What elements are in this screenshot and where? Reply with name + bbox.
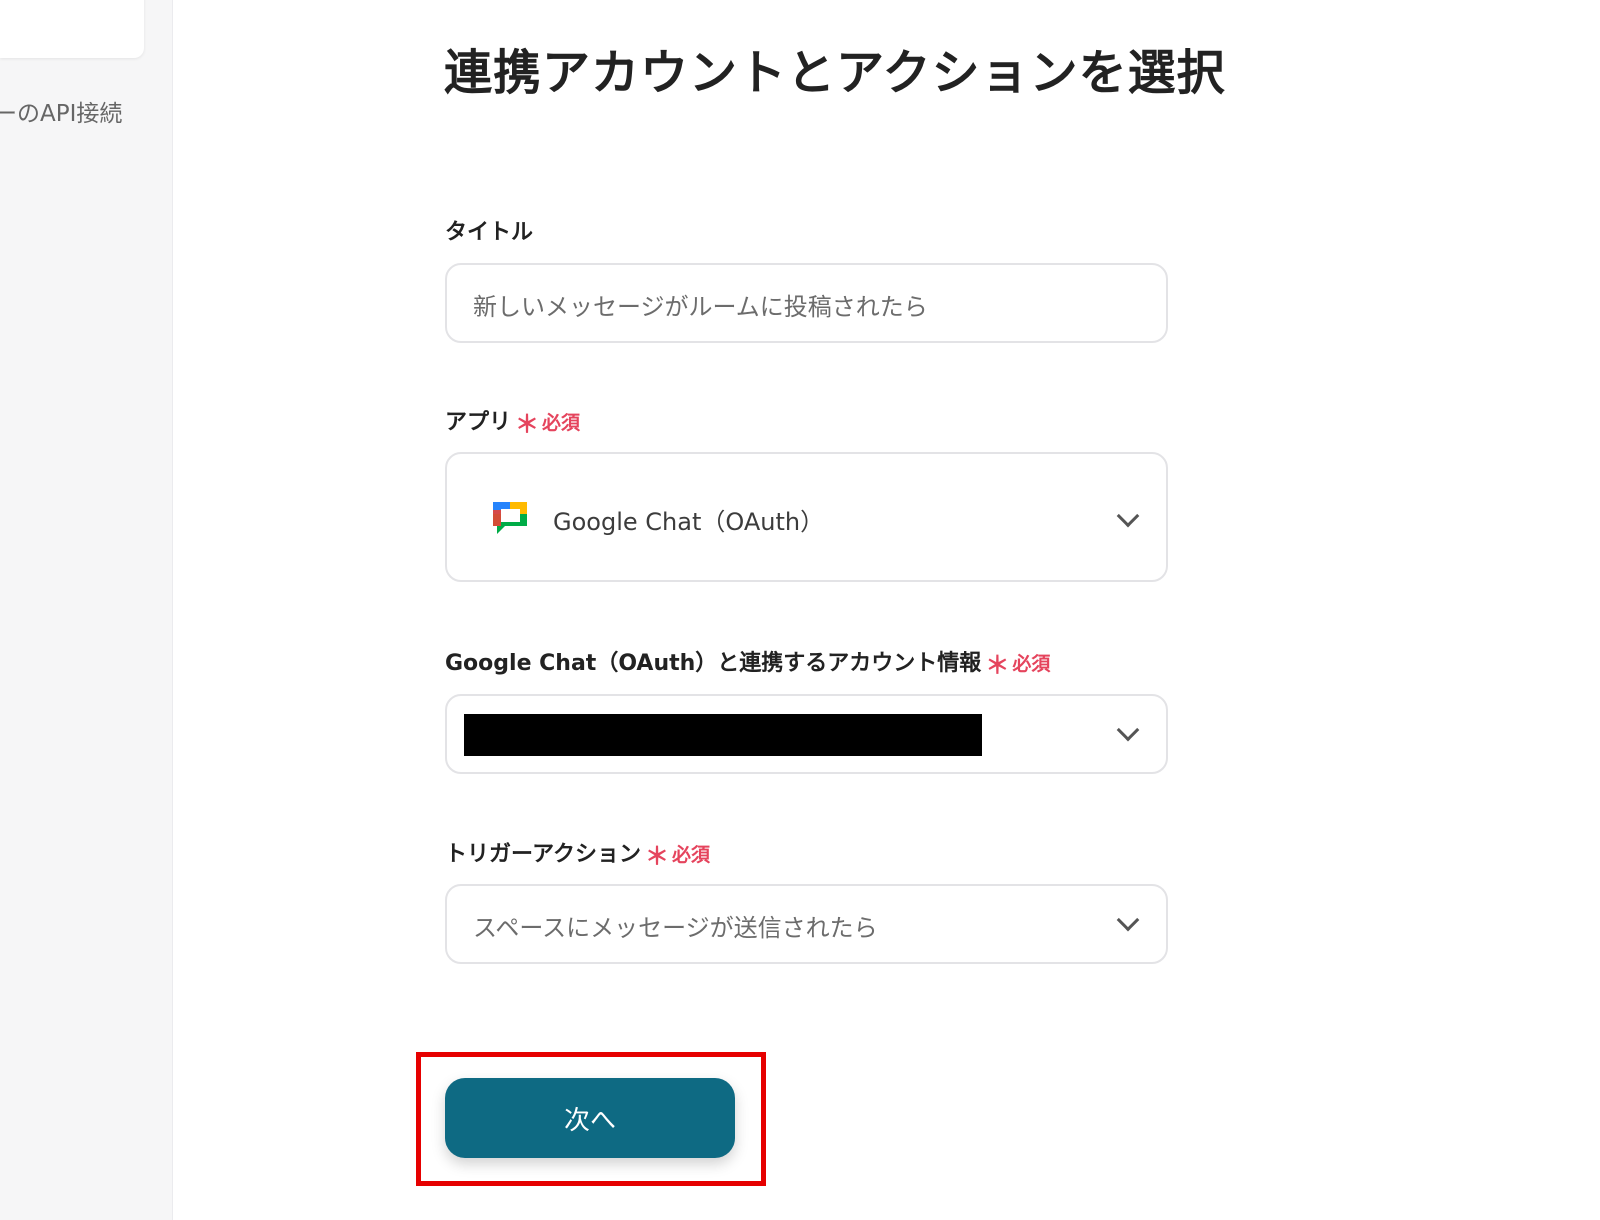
- account-field-label: Google Chat（OAuth）と連携するアカウント情報＊必須: [445, 651, 1051, 679]
- sidebar-card[interactable]: [0, 0, 144, 58]
- required-badge: ＊必須: [515, 410, 581, 438]
- page-title: 連携アカウントとアクションを選択: [444, 45, 1226, 101]
- trigger-select[interactable]: スペースにメッセージが送信されたら: [445, 884, 1168, 964]
- sidebar-link-api[interactable]: ーのAPI接続: [0, 94, 164, 128]
- required-badge: ＊必須: [645, 842, 711, 870]
- title-field-label: タイトル: [445, 220, 534, 245]
- trigger-field-label: トリガーアクション＊必須: [445, 842, 711, 870]
- title-input[interactable]: 新しいメッセージがルームに投稿されたら: [445, 263, 1168, 343]
- app-select[interactable]: Google Chat（OAuth）: [445, 452, 1168, 582]
- sidebar: ーのAPI接続: [0, 0, 173, 1220]
- app-field-label: アプリ＊必須: [445, 410, 581, 438]
- trigger-select-value: スペースにメッセージが送信されたら: [473, 914, 878, 942]
- account-select[interactable]: [445, 694, 1168, 774]
- app-select-value: Google Chat（OAuth）: [553, 508, 825, 536]
- page: ーのAPI接続 連携アカウントとアクションを選択 タイトル 新しいメッセージがル…: [0, 0, 1600, 1220]
- chevron-down-icon[interactable]: [1116, 718, 1140, 742]
- next-button[interactable]: 次へ: [445, 1078, 735, 1158]
- chevron-down-icon[interactable]: [1116, 908, 1140, 932]
- required-badge: ＊必須: [985, 651, 1051, 679]
- chevron-down-icon[interactable]: [1116, 504, 1140, 528]
- redacted-account-value: [464, 714, 982, 756]
- title-input-value: 新しいメッセージがルームに投稿されたら: [473, 293, 928, 321]
- google-chat-icon: [489, 498, 531, 540]
